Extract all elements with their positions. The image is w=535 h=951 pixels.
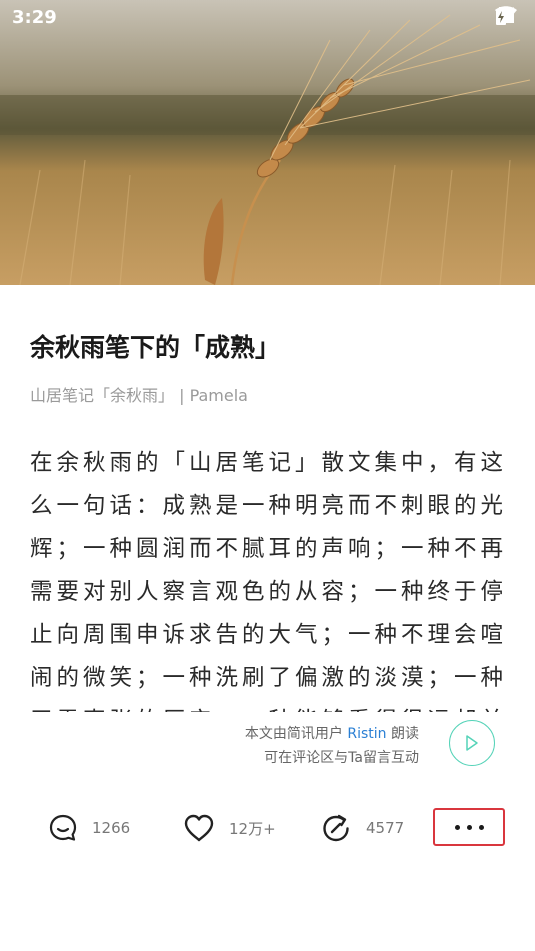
like-action[interactable]: 12万+ [183,806,276,850]
narration-prefix: 本文由简讯用户 [244,726,348,742]
article-title: 余秋雨笔下的「成熟」 [30,333,281,362]
comment-icon [49,814,77,841]
more-dot [466,824,472,830]
narrator-user-link[interactable]: Ristin [347,726,386,742]
battery-charging-icon [496,7,506,25]
narration-suffix: 朗读 [386,726,419,742]
share-count: 4577 [366,819,405,837]
share-action[interactable]: 4577 [320,806,404,850]
status-bar: 3:29 [0,0,535,36]
more-options-button[interactable] [433,808,505,846]
more-dot [454,824,460,830]
action-bar: 1266 12万+ 4577 [0,806,535,850]
narration-info: 本文由简讯用户 Ristin 朗读 可在评论区与Ta留言互动 [245,722,419,770]
share-icon [323,814,349,842]
article-meta[interactable]: 山居笔记「余秋雨」 | Pamela [30,382,248,406]
play-icon [466,735,478,751]
more-dot [478,824,484,830]
article-body: 在余秋雨的「山居笔记」散文集中，有这么一句话：成熟是一种明亮而不刺眼的光辉；一种… [30,450,506,712]
comment-action[interactable]: 1266 [48,806,130,850]
wheat-field-photo [0,0,535,285]
narration-line-1: 本文由简讯用户 Ristin 朗读 [245,722,419,746]
hero-image: 3:29 [0,0,535,285]
like-count: 12万+ [229,819,276,838]
comment-count: 1266 [92,819,131,837]
status-time: 3:29 [12,7,57,28]
heart-icon [184,814,214,842]
narration-line-2: 可在评论区与Ta留言互动 [264,750,419,766]
play-audio-button[interactable] [449,720,495,766]
